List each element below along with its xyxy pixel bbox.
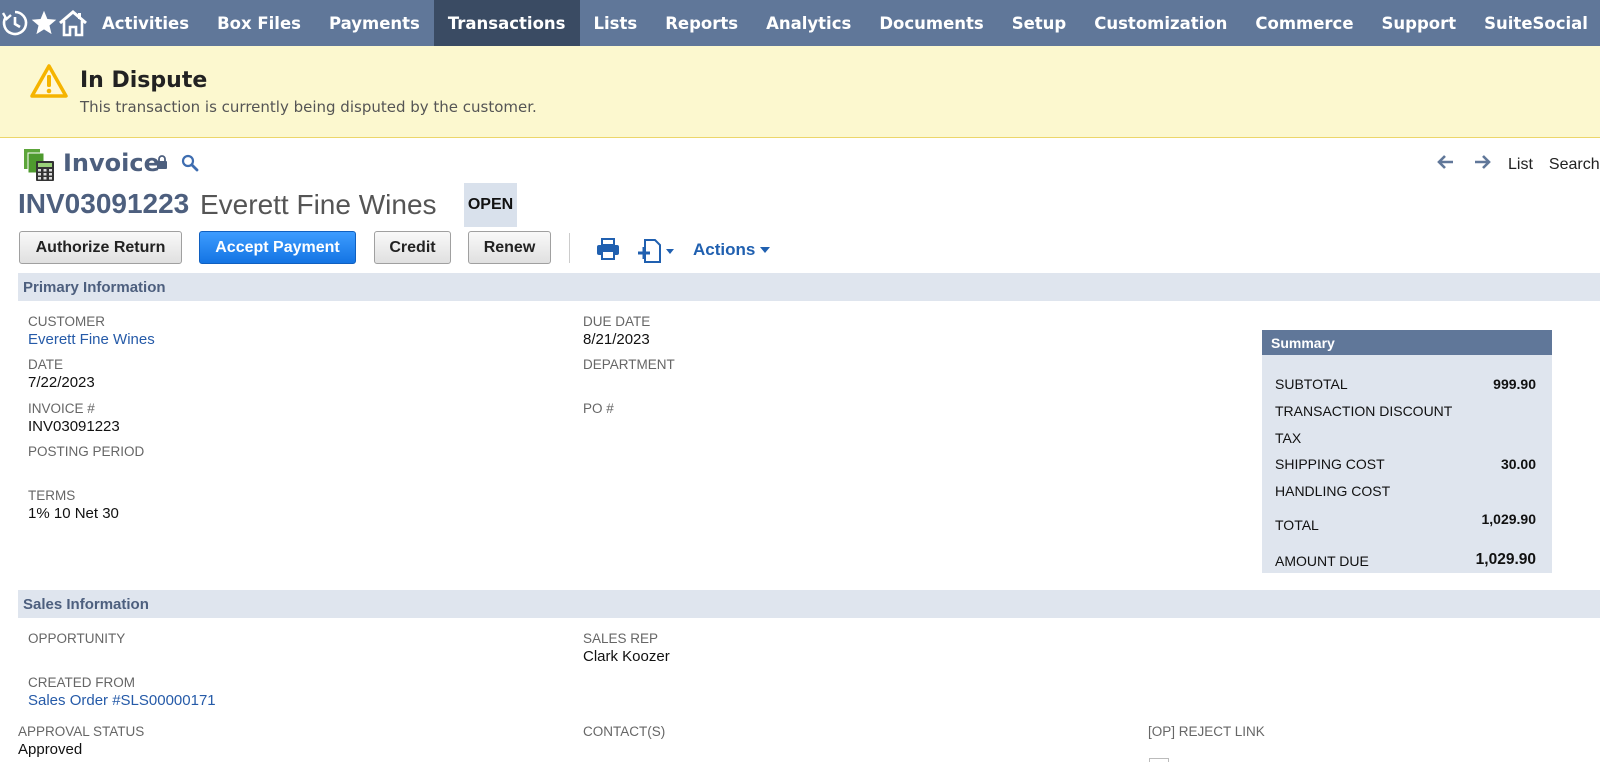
primary-information-header[interactable]: Primary Information <box>18 273 1600 301</box>
transaction-discount-label: TRANSACTION DISCOUNT <box>1275 403 1453 419</box>
reject-link-label: [OP] REJECT LINK <box>1148 724 1265 739</box>
record-navigation: List Search <box>1436 154 1600 175</box>
total-label: TOTAL <box>1275 517 1319 533</box>
search-link[interactable]: Search <box>1549 156 1600 174</box>
contacts-label: CONTACT(S) <box>583 724 666 739</box>
lock-icon <box>156 155 168 174</box>
department-label: DEPARTMENT <box>583 357 675 372</box>
renew-button[interactable]: Renew <box>468 231 551 264</box>
nav-support[interactable]: Support <box>1368 0 1471 46</box>
nav-activities[interactable]: Activities <box>88 0 203 46</box>
terms-value: 1% 10 Net 30 <box>28 505 119 522</box>
created-from-label: CREATED FROM <box>28 675 135 690</box>
shipping-cost-label: SHIPPING COST <box>1275 456 1385 472</box>
po-number-label: PO # <box>583 401 614 416</box>
list-link[interactable]: List <box>1508 156 1533 174</box>
posting-period-label: POSTING PERIOD <box>28 444 145 459</box>
tax-label: TAX <box>1275 430 1302 446</box>
handling-cost-label: HANDLING COST <box>1275 483 1391 499</box>
previous-arrow-icon[interactable] <box>1436 154 1466 175</box>
search-icon[interactable] <box>181 154 199 177</box>
customer-label: CUSTOMER <box>28 314 106 329</box>
authorize-return-button[interactable]: Authorize Return <box>19 231 182 264</box>
date-value: 7/22/2023 <box>28 374 95 391</box>
amount-due-label: AMOUNT DUE <box>1275 553 1369 569</box>
chevron-down-icon <box>760 247 771 253</box>
actions-menu[interactable]: Actions <box>693 240 771 260</box>
customer-name: Everett Fine Wines <box>200 189 437 220</box>
nav-commerce[interactable]: Commerce <box>1241 0 1367 46</box>
nav-reports[interactable]: Reports <box>651 0 752 46</box>
new-document-icon[interactable] <box>637 239 677 268</box>
sales-rep-label: SALES REP <box>583 631 659 646</box>
nav-customization[interactable]: Customization <box>1080 0 1241 46</box>
toolbar-divider <box>569 233 570 263</box>
nav-setup[interactable]: Setup <box>998 0 1081 46</box>
subtotal-value: 999.90 <box>1493 376 1536 392</box>
total-value: 1,029.90 <box>1481 511 1537 527</box>
banner-message: This transaction is currently being disp… <box>80 98 537 116</box>
sales-information-header[interactable]: Sales Information <box>18 590 1600 618</box>
invoice-number-value: INV03091223 <box>28 418 120 435</box>
shipping-cost-value: 30.00 <box>1500 456 1536 472</box>
opportunity-label: OPPORTUNITY <box>28 631 126 646</box>
customer-link[interactable]: Everett Fine Wines <box>28 331 155 348</box>
subtotal-label: SUBTOTAL <box>1275 376 1348 392</box>
recent-records-icon[interactable] <box>0 0 30 46</box>
nav-documents[interactable]: Documents <box>865 0 997 46</box>
transaction-number: INV03091223 <box>18 188 190 219</box>
credit-button[interactable]: Credit <box>374 231 451 264</box>
status-badge: OPEN <box>464 183 517 227</box>
approval-status-value: Approved <box>18 741 83 758</box>
accept-payment-button[interactable]: Accept Payment <box>199 231 356 264</box>
invoice-record-icon <box>22 148 56 187</box>
top-navigation-bar: Activities Box Files Payments Transactio… <box>0 0 1600 46</box>
nav-box-files[interactable]: Box Files <box>203 0 315 46</box>
nav-payments[interactable]: Payments <box>315 0 434 46</box>
approval-status-label: APPROVAL STATUS <box>18 724 145 739</box>
summary-box: Summary SUBTOTAL 999.90 TRANSACTION DISC… <box>1262 330 1552 573</box>
record-type-title: Invoice <box>63 149 160 177</box>
reject-link-checkbox[interactable] <box>1149 758 1169 762</box>
due-date-label: DUE DATE <box>583 314 651 329</box>
nav-analytics[interactable]: Analytics <box>752 0 865 46</box>
nav-suitesocial[interactable]: SuiteSocial <box>1470 0 1600 46</box>
nav-lists[interactable]: Lists <box>580 0 652 46</box>
date-label: DATE <box>28 357 64 372</box>
terms-label: TERMS <box>28 488 76 503</box>
created-from-link[interactable]: Sales Order #SLS00000171 <box>28 692 216 709</box>
dispute-alert-banner: In Dispute This transaction is currently… <box>0 46 1600 138</box>
sales-rep-value: Clark Koozer <box>583 648 670 665</box>
print-icon[interactable] <box>596 238 620 265</box>
amount-due-value: 1,029.90 <box>1475 551 1536 568</box>
summary-title: Summary <box>1262 330 1552 355</box>
next-arrow-icon[interactable] <box>1466 154 1502 175</box>
warning-icon <box>29 63 69 104</box>
nav-transactions[interactable]: Transactions <box>433 0 580 46</box>
actions-label: Actions <box>693 240 756 259</box>
invoice-number-label: INVOICE # <box>28 401 95 416</box>
banner-title: In Dispute <box>80 68 208 93</box>
due-date-value: 8/21/2023 <box>583 331 650 348</box>
favorites-star-icon[interactable] <box>30 0 58 46</box>
home-icon[interactable] <box>58 0 88 46</box>
